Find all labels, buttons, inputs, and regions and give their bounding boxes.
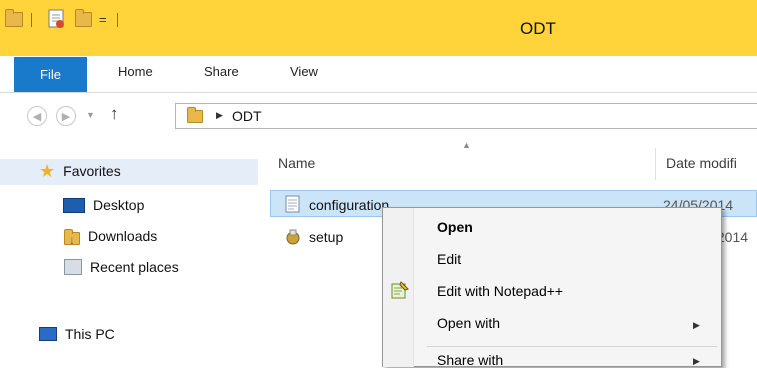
tab-share[interactable]: Share xyxy=(204,64,239,79)
nav-item-downloads[interactable]: ↓ Downloads xyxy=(64,228,158,247)
qat-dropdown-icon[interactable]: = xyxy=(99,12,107,27)
file-name[interactable]: configuration xyxy=(309,197,389,213)
title-bar xyxy=(0,0,757,56)
new-folder-icon[interactable] xyxy=(75,9,92,27)
up-arrow-icon[interactable]: ↑ xyxy=(110,104,119,124)
address-folder-icon xyxy=(187,107,203,123)
recent-places-icon xyxy=(64,259,82,275)
desktop-icon xyxy=(63,197,85,213)
menu-separator xyxy=(427,346,717,347)
qat-separator xyxy=(117,13,118,27)
tab-view[interactable]: View xyxy=(290,64,318,79)
computer-icon xyxy=(39,327,57,341)
properties-icon[interactable] xyxy=(48,9,65,29)
address-bar[interactable] xyxy=(175,103,757,129)
nav-item-desktop[interactable]: Desktop xyxy=(63,197,144,213)
text-file-icon xyxy=(285,195,301,216)
nav-item-recent-places[interactable]: Recent places xyxy=(64,259,179,275)
downloads-icon: ↓ xyxy=(64,228,80,247)
nav-item-label: Downloads xyxy=(88,228,158,244)
back-button[interactable]: ◀ xyxy=(27,106,47,126)
sort-ascending-icon: ▲ xyxy=(462,140,471,150)
window-title: ODT xyxy=(520,19,556,38)
submenu-arrow-icon: ▶ xyxy=(693,320,700,330)
menu-item-edit-with-notepad[interactable]: Edit with Notepad++ xyxy=(437,283,563,299)
column-header-name[interactable]: Name xyxy=(278,155,315,171)
forward-button[interactable]: ▶ xyxy=(56,106,76,126)
forward-arrow-icon: ▶ xyxy=(61,110,71,123)
nav-this-pc-label: This PC xyxy=(65,326,115,342)
menu-item-share-with[interactable]: Share with xyxy=(437,352,503,368)
nav-this-pc[interactable]: This PC xyxy=(39,326,115,342)
setup-exe-icon xyxy=(285,229,301,248)
menu-item-open[interactable]: Open xyxy=(437,219,473,235)
file-name[interactable]: setup xyxy=(309,229,343,245)
notepad-plus-plus-icon xyxy=(391,281,409,302)
tab-home[interactable]: Home xyxy=(118,64,153,79)
submenu-arrow-icon: ▶ xyxy=(693,356,700,366)
menu-item-open-with[interactable]: Open with xyxy=(437,315,500,331)
back-arrow-icon: ◀ xyxy=(32,110,42,123)
qat-separator xyxy=(31,13,32,27)
tab-file[interactable]: File xyxy=(14,57,87,92)
star-icon: ★ xyxy=(39,161,56,181)
nav-favorites[interactable]: ★ Favorites xyxy=(39,161,121,181)
breadcrumb-odt[interactable]: ODT xyxy=(232,108,262,124)
app-folder-icon xyxy=(5,9,23,27)
recent-locations-dropdown-icon[interactable]: ▼ xyxy=(86,110,95,120)
nav-item-label: Recent places xyxy=(90,259,179,275)
nav-item-label: Desktop xyxy=(93,197,145,213)
column-divider[interactable] xyxy=(655,148,656,180)
nav-favorites-label: Favorites xyxy=(63,163,121,179)
ribbon-tab-bar xyxy=(0,56,757,93)
breadcrumb-chevron-icon[interactable]: ▶ xyxy=(216,110,223,121)
column-header-date[interactable]: Date modifi xyxy=(666,155,737,171)
menu-item-edit[interactable]: Edit xyxy=(437,251,461,267)
